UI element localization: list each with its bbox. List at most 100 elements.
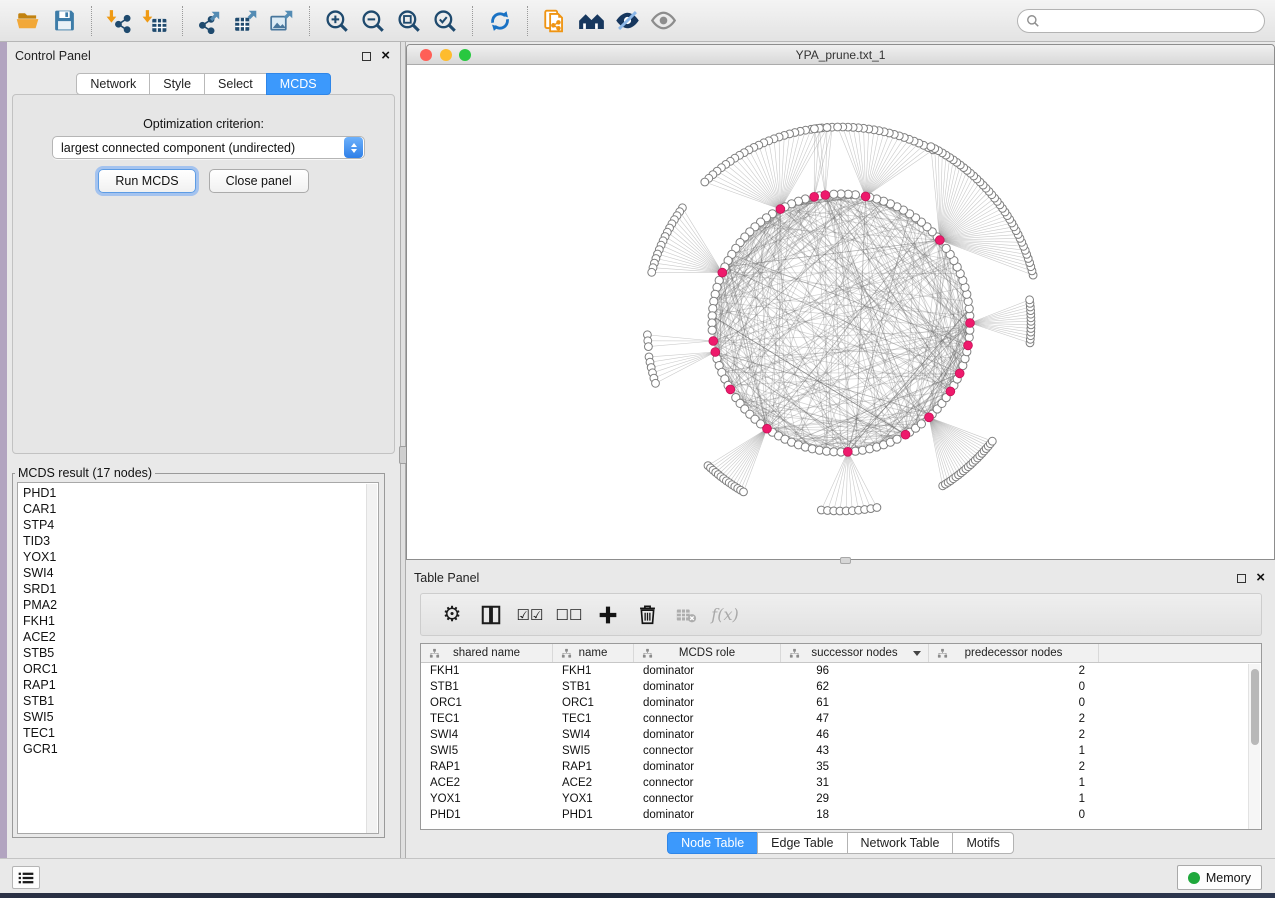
- tab-select[interactable]: Select: [204, 73, 267, 95]
- panel-chooser-button[interactable]: [12, 866, 40, 889]
- unchecked-boxes-icon: ☐☐: [556, 606, 583, 624]
- search-input[interactable]: [1040, 14, 1256, 28]
- cell-mcds-role: dominator: [634, 759, 781, 775]
- mcds-result-item[interactable]: TEC1: [23, 725, 378, 741]
- delete-rows-button[interactable]: [632, 599, 662, 631]
- mcds-result-item[interactable]: TID3: [23, 533, 378, 549]
- zoom-window-traffic-light[interactable]: [459, 49, 471, 61]
- cell-name: RAP1: [553, 759, 634, 775]
- mcds-result-item[interactable]: PMA2: [23, 597, 378, 613]
- table-row[interactable]: STB1STB1dominator620: [421, 679, 1261, 695]
- horizontal-splitter-handle[interactable]: [840, 557, 851, 564]
- hide-details-button[interactable]: [609, 4, 645, 38]
- table-scrollbar[interactable]: [1248, 664, 1260, 829]
- close-table-panel-icon[interactable]: ×: [1256, 573, 1265, 583]
- close-panel-button[interactable]: Close panel: [209, 169, 309, 193]
- tab-network[interactable]: Network: [76, 73, 150, 95]
- gear-icon: ⚙: [443, 605, 462, 625]
- table-row[interactable]: ACE2ACE2connector311: [421, 775, 1261, 791]
- memory-button[interactable]: Memory: [1177, 865, 1262, 890]
- result-list-scrollbar[interactable]: [366, 484, 377, 834]
- show-details-eye-icon: [650, 7, 677, 34]
- mcds-result-item[interactable]: SWI4: [23, 565, 378, 581]
- network-graph-canvas[interactable]: [407, 65, 1274, 559]
- node-table: shared namenameMCDS rolesuccessor nodesp…: [420, 643, 1262, 830]
- export-table-button[interactable]: [228, 4, 264, 38]
- optimization-criterion-select[interactable]: largest connected component (undirected): [52, 136, 365, 159]
- tab-motifs[interactable]: Motifs: [952, 832, 1013, 854]
- export-image-button[interactable]: [264, 4, 300, 38]
- float-panel-icon[interactable]: [362, 52, 371, 61]
- optimization-criterion-label: Optimization criterion:: [13, 117, 394, 131]
- cell-successor-nodes: 46: [781, 727, 929, 743]
- tab-edge-table[interactable]: Edge Table: [757, 832, 847, 854]
- table-row[interactable]: ORC1ORC1dominator610: [421, 695, 1261, 711]
- export-network-button[interactable]: [192, 4, 228, 38]
- column-namespace-icon: [937, 648, 948, 659]
- tab-style[interactable]: Style: [149, 73, 205, 95]
- zoom-out-button[interactable]: [355, 4, 391, 38]
- table-panel: Table Panel × ⚙ ☑☑ ☐☐ f(x) shared namena…: [406, 564, 1275, 858]
- mcds-result-item[interactable]: STB5: [23, 645, 378, 661]
- column-header-predecessor-nodes[interactable]: predecessor nodes: [929, 644, 1099, 662]
- mcds-result-item[interactable]: ORC1: [23, 661, 378, 677]
- column-header-name[interactable]: name: [553, 644, 634, 662]
- table-row[interactable]: SWI5SWI5connector431: [421, 743, 1261, 759]
- zoom-fit-button[interactable]: [391, 4, 427, 38]
- delete-columns-button[interactable]: [671, 599, 701, 631]
- cell-predecessor-nodes: 2: [929, 759, 1099, 775]
- table-scrollbar-thumb[interactable]: [1251, 669, 1259, 745]
- tab-mcds[interactable]: MCDS: [266, 73, 331, 95]
- mcds-result-item[interactable]: RAP1: [23, 677, 378, 693]
- mcds-result-item[interactable]: FKH1: [23, 613, 378, 629]
- mcds-result-item[interactable]: SRD1: [23, 581, 378, 597]
- minimize-window-traffic-light[interactable]: [440, 49, 452, 61]
- mcds-result-item[interactable]: GCR1: [23, 741, 378, 757]
- trash-icon: [637, 604, 658, 625]
- table-panel-tabs: Node TableEdge TableNetwork TableMotifs: [406, 832, 1275, 854]
- add-row-button[interactable]: [593, 599, 623, 631]
- tab-network-table[interactable]: Network Table: [847, 832, 954, 854]
- zoom-in-button[interactable]: [319, 4, 355, 38]
- zoom-selected-button[interactable]: [427, 4, 463, 38]
- network-window-titlebar[interactable]: YPA_prune.txt_1: [407, 45, 1274, 65]
- show-details-button[interactable]: [645, 4, 681, 38]
- column-header-shared-name[interactable]: shared name: [421, 644, 553, 662]
- share-document-button[interactable]: [537, 4, 573, 38]
- column-header-successor-nodes[interactable]: successor nodes: [781, 644, 929, 662]
- table-row[interactable]: RAP1RAP1dominator352: [421, 759, 1261, 775]
- two-houses-icon: [578, 7, 605, 34]
- tab-node-table[interactable]: Node Table: [667, 832, 758, 854]
- table-row[interactable]: FKH1FKH1dominator962: [421, 663, 1261, 679]
- close-window-traffic-light[interactable]: [420, 49, 432, 61]
- mcds-result-item[interactable]: YOX1: [23, 549, 378, 565]
- float-table-panel-icon[interactable]: [1237, 574, 1246, 583]
- table-row[interactable]: TEC1TEC1connector472: [421, 711, 1261, 727]
- table-row[interactable]: PHD1PHD1dominator180: [421, 807, 1261, 823]
- import-table-button[interactable]: [137, 4, 173, 38]
- sort-descending-icon: [913, 651, 921, 656]
- split-panel-button[interactable]: [476, 599, 506, 631]
- close-panel-icon[interactable]: ×: [381, 51, 390, 61]
- mcds-result-item[interactable]: SWI5: [23, 709, 378, 725]
- table-row[interactable]: YOX1YOX1connector291: [421, 791, 1261, 807]
- mcds-result-list[interactable]: PHD1CAR1STP4TID3YOX1SWI4SRD1PMA2FKH1ACE2…: [17, 482, 379, 834]
- open-file-button[interactable]: [10, 4, 46, 38]
- mcds-result-item[interactable]: PHD1: [23, 485, 378, 501]
- save-session-button[interactable]: [46, 4, 82, 38]
- table-row[interactable]: SWI4SWI4dominator462: [421, 727, 1261, 743]
- search-field[interactable]: [1017, 9, 1265, 33]
- home-button[interactable]: [573, 4, 609, 38]
- mcds-result-item[interactable]: STP4: [23, 517, 378, 533]
- mcds-result-item[interactable]: ACE2: [23, 629, 378, 645]
- refresh-layout-button[interactable]: [482, 4, 518, 38]
- column-settings-button[interactable]: ⚙: [437, 599, 467, 631]
- column-header-MCDS-role[interactable]: MCDS role: [634, 644, 781, 662]
- select-all-rows-button[interactable]: ☑☑: [515, 599, 545, 631]
- function-builder-button[interactable]: f(x): [710, 599, 740, 631]
- mcds-result-item[interactable]: CAR1: [23, 501, 378, 517]
- run-mcds-button[interactable]: Run MCDS: [98, 169, 195, 193]
- mcds-result-item[interactable]: STB1: [23, 693, 378, 709]
- unselect-all-rows-button[interactable]: ☐☐: [554, 599, 584, 631]
- import-network-button[interactable]: [101, 4, 137, 38]
